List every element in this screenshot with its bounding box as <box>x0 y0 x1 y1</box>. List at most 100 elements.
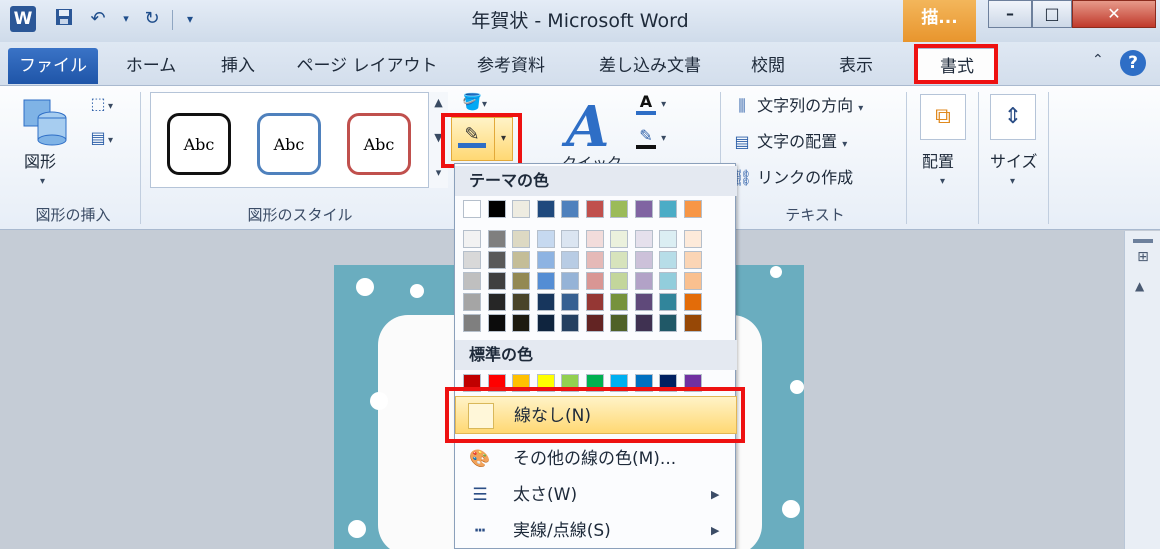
theme-shade-swatch[interactable] <box>487 314 506 332</box>
minimize-button[interactable]: – <box>988 0 1032 28</box>
size-icon[interactable]: ⇕ <box>990 94 1036 140</box>
theme-shade-swatch[interactable] <box>561 293 579 311</box>
theme-shade-swatch[interactable] <box>610 272 628 290</box>
theme-shade-swatch[interactable] <box>683 230 702 248</box>
theme-shade-swatch[interactable] <box>683 293 702 311</box>
theme-color-swatch[interactable] <box>683 200 702 218</box>
tab-file[interactable]: ファイル <box>8 48 98 84</box>
arrange-dropdown-icon[interactable]: ▾ <box>940 176 945 187</box>
scroll-up-icon[interactable]: ▲ <box>1135 279 1144 293</box>
theme-color-swatch[interactable] <box>561 200 579 218</box>
theme-shade-swatch[interactable] <box>463 314 481 332</box>
style-black-outline[interactable]: Abc <box>167 113 231 175</box>
tab-mailings[interactable]: 差し込み文書 <box>588 48 712 84</box>
theme-shade-swatch[interactable] <box>536 230 555 248</box>
theme-color-swatch[interactable] <box>634 200 653 218</box>
help-icon[interactable]: ? <box>1120 50 1146 76</box>
theme-shade-swatch[interactable] <box>512 251 530 269</box>
theme-shade-swatch[interactable] <box>683 251 702 269</box>
theme-shade-swatch[interactable] <box>487 272 506 290</box>
theme-shade-swatch[interactable] <box>683 272 702 290</box>
text-box-button[interactable]: ▤ ▾ <box>88 128 113 147</box>
arrange-icon[interactable]: ⧉ <box>920 94 966 140</box>
arrange-button-label[interactable]: 配置 <box>922 148 954 172</box>
theme-shade-swatch[interactable] <box>487 251 506 269</box>
theme-shade-swatch[interactable] <box>561 251 579 269</box>
style-red-outline[interactable]: Abc <box>347 113 411 175</box>
collapse-ribbon-icon[interactable]: ⌃ <box>1092 52 1104 68</box>
theme-shade-swatch[interactable] <box>536 293 555 311</box>
theme-color-swatch[interactable] <box>487 200 506 218</box>
create-link-button[interactable]: ⛓ リンクの作成 <box>732 164 853 188</box>
theme-shade-swatch[interactable] <box>487 293 506 311</box>
theme-shade-swatch[interactable] <box>634 230 653 248</box>
theme-shade-swatch[interactable] <box>512 293 530 311</box>
theme-shade-swatch[interactable] <box>536 272 555 290</box>
theme-shade-swatch[interactable] <box>463 272 481 290</box>
theme-shade-swatch[interactable] <box>634 293 653 311</box>
wordart-quick-styles-icon[interactable]: A <box>566 94 609 160</box>
drawing-tools-context-tab[interactable]: 描... <box>903 0 976 42</box>
close-button[interactable]: ✕ <box>1072 0 1156 28</box>
text-fill-button[interactable]: A ▾ <box>636 92 666 115</box>
shape-fill-button[interactable]: 🪣▾ <box>462 92 487 111</box>
theme-shade-swatch[interactable] <box>536 314 555 332</box>
theme-shade-swatch[interactable] <box>561 230 579 248</box>
theme-shade-swatch[interactable] <box>487 230 506 248</box>
theme-color-swatch[interactable] <box>610 200 628 218</box>
theme-shade-swatch[interactable] <box>512 272 530 290</box>
weight-menu-item[interactable]: ☰ 太さ(W) ▶ <box>455 476 737 514</box>
theme-shade-swatch[interactable] <box>585 251 604 269</box>
theme-shade-swatch[interactable] <box>463 293 481 311</box>
theme-shade-swatch[interactable] <box>634 272 653 290</box>
tab-references[interactable]: 参考資料 <box>466 48 556 84</box>
vertical-scrollbar[interactable]: ⊞ ▲ <box>1124 231 1160 549</box>
tab-insert[interactable]: 挿入 <box>210 48 266 84</box>
theme-shade-swatch[interactable] <box>561 272 579 290</box>
theme-shade-swatch[interactable] <box>610 230 628 248</box>
theme-shade-swatch[interactable] <box>512 314 530 332</box>
more-line-colors-menu-item[interactable]: 🎨 その他の線の色(M)... <box>455 440 737 478</box>
theme-shade-swatch[interactable] <box>512 230 530 248</box>
text-outline-button[interactable]: ✎ ▾ <box>636 126 666 149</box>
theme-shade-swatch[interactable] <box>536 251 555 269</box>
theme-shade-swatch[interactable] <box>610 293 628 311</box>
theme-shade-swatch[interactable] <box>561 314 579 332</box>
tab-home[interactable]: ホーム <box>116 48 186 84</box>
theme-color-swatch[interactable] <box>659 200 677 218</box>
theme-shade-swatch[interactable] <box>610 251 628 269</box>
dashes-menu-item[interactable]: ┅ 実線/点線(S) ▶ <box>455 512 737 549</box>
theme-shade-swatch[interactable] <box>585 272 604 290</box>
theme-color-swatch[interactable] <box>512 200 530 218</box>
theme-shade-swatch[interactable] <box>659 293 677 311</box>
size-button-label[interactable]: サイズ <box>990 148 1038 172</box>
theme-shade-swatch[interactable] <box>659 230 677 248</box>
theme-shade-swatch[interactable] <box>634 251 653 269</box>
maximize-button[interactable]: □ <box>1032 0 1072 28</box>
text-align-button[interactable]: ▤ 文字の配置 ▾ <box>732 128 847 152</box>
theme-shade-swatch[interactable] <box>659 272 677 290</box>
tab-view[interactable]: 表示 <box>826 48 886 84</box>
text-direction-button[interactable]: ⫼ 文字列の方向 ▾ <box>732 92 863 116</box>
theme-shade-swatch[interactable] <box>585 230 604 248</box>
theme-shade-swatch[interactable] <box>659 251 677 269</box>
theme-shade-swatch[interactable] <box>585 314 604 332</box>
tab-review[interactable]: 校閲 <box>740 48 796 84</box>
theme-color-swatch[interactable] <box>463 200 481 218</box>
theme-color-swatch[interactable] <box>536 200 555 218</box>
edit-shape-button[interactable]: ⬚ ▾ <box>88 94 113 113</box>
shapes-dropdown-icon[interactable]: ▾ <box>40 176 45 187</box>
theme-shade-swatch[interactable] <box>683 314 702 332</box>
theme-shade-swatch[interactable] <box>463 251 481 269</box>
size-dropdown-icon[interactable]: ▾ <box>1010 176 1015 187</box>
style-blue-outline[interactable]: Abc <box>257 113 321 175</box>
theme-shade-swatch[interactable] <box>463 230 481 248</box>
scroll-up-icon[interactable]: ▲ <box>429 96 448 109</box>
theme-color-swatch[interactable] <box>585 200 604 218</box>
theme-shade-swatch[interactable] <box>659 314 677 332</box>
theme-shade-swatch[interactable] <box>634 314 653 332</box>
shapes-button-label[interactable]: 図形 <box>24 148 56 172</box>
tab-page-layout[interactable]: ページ レイアウト <box>294 48 440 84</box>
theme-shade-swatch[interactable] <box>610 314 628 332</box>
theme-shade-swatch[interactable] <box>585 293 604 311</box>
